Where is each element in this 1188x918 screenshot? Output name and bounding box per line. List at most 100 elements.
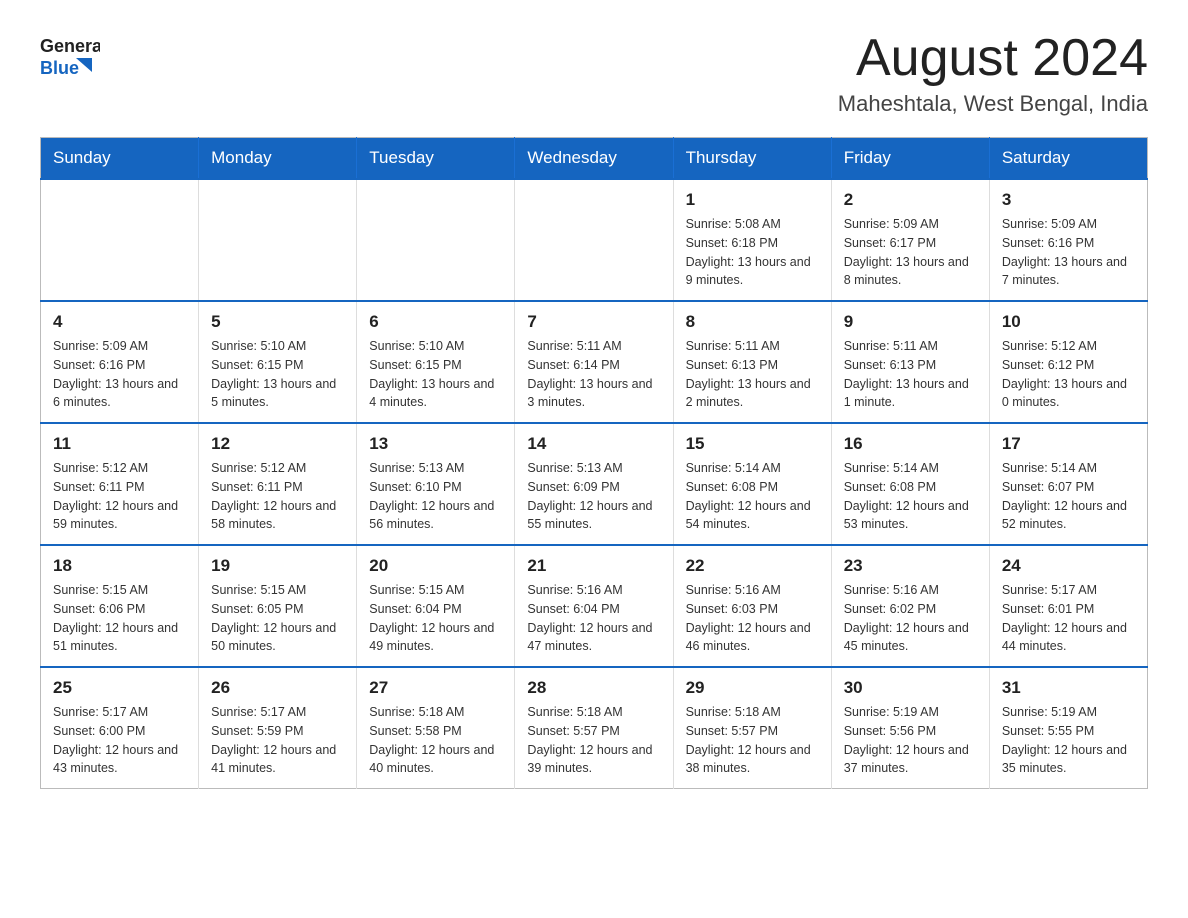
day-info: Sunrise: 5:11 AM Sunset: 6:13 PM Dayligh… [844,337,977,412]
day-info: Sunrise: 5:17 AM Sunset: 6:00 PM Dayligh… [53,703,186,778]
week-row-1: 1Sunrise: 5:08 AM Sunset: 6:18 PM Daylig… [41,179,1148,301]
day-info: Sunrise: 5:12 AM Sunset: 6:11 PM Dayligh… [211,459,344,534]
day-cell: 25 Sunrise: 5:17 AM Sunset: 6:00 PM Dayli… [41,667,199,789]
day-number: 21 [527,556,660,576]
day-number: 7 [527,312,660,332]
day-cell: 31 Sunrise: 5:19 AM Sunset: 5:55 PM Dayli… [989,667,1147,789]
day-cell: 19 Sunrise: 5:15 AM Sunset: 6:05 PM Dayli… [199,545,357,667]
day-cell: 14 Sunrise: 5:13 AM Sunset: 6:09 PM Dayli… [515,423,673,545]
week-row-2: 4 Sunrise: 5:09 AM Sunset: 6:16 PM Daylig… [41,301,1148,423]
day-number: 11 [53,434,186,454]
weekday-saturday: Saturday [989,138,1147,180]
day-info: Sunrise: 5:08 AM Sunset: 6:18 PM Dayligh… [686,215,819,290]
day-info: Sunrise: 5:16 AM Sunset: 6:04 PM Dayligh… [527,581,660,656]
day-number: 2 [844,190,977,210]
day-number: 9 [844,312,977,332]
day-cell: 12 Sunrise: 5:12 AM Sunset: 6:11 PM Dayli… [199,423,357,545]
weekday-header-row: SundayMondayTuesdayWednesdayThursdayFrid… [41,138,1148,180]
day-info: Sunrise: 5:09 AM Sunset: 6:17 PM Dayligh… [844,215,977,290]
day-cell: 23Sunrise: 5:16 AM Sunset: 6:02 PM Dayli… [831,545,989,667]
title-area: August 2024 Maheshtala, West Bengal, Ind… [838,30,1148,117]
day-info: Sunrise: 5:14 AM Sunset: 6:08 PM Dayligh… [686,459,819,534]
day-cell [41,179,199,301]
day-number: 22 [686,556,819,576]
day-info: Sunrise: 5:13 AM Sunset: 6:10 PM Dayligh… [369,459,502,534]
day-number: 14 [527,434,660,454]
week-row-4: 18 Sunrise: 5:15 AM Sunset: 6:06 PM Dayli… [41,545,1148,667]
day-cell: 24 Sunrise: 5:17 AM Sunset: 6:01 PM Dayli… [989,545,1147,667]
day-number: 26 [211,678,344,698]
header: General Blue August 2024 Maheshtala, Wes… [40,30,1148,117]
day-info: Sunrise: 5:15 AM Sunset: 6:06 PM Dayligh… [53,581,186,656]
day-cell: 15 Sunrise: 5:14 AM Sunset: 6:08 PM Dayli… [673,423,831,545]
day-info: Sunrise: 5:14 AM Sunset: 6:07 PM Dayligh… [1002,459,1135,534]
day-number: 17 [1002,434,1135,454]
day-cell: 10Sunrise: 5:12 AM Sunset: 6:12 PM Dayli… [989,301,1147,423]
weekday-thursday: Thursday [673,138,831,180]
logo-area: General Blue [40,30,100,90]
day-cell [515,179,673,301]
day-info: Sunrise: 5:12 AM Sunset: 6:11 PM Dayligh… [53,459,186,534]
day-info: Sunrise: 5:17 AM Sunset: 5:59 PM Dayligh… [211,703,344,778]
weekday-monday: Monday [199,138,357,180]
day-number: 31 [1002,678,1135,698]
day-number: 20 [369,556,502,576]
day-info: Sunrise: 5:16 AM Sunset: 6:03 PM Dayligh… [686,581,819,656]
weekday-wednesday: Wednesday [515,138,673,180]
day-number: 16 [844,434,977,454]
month-title: August 2024 [838,30,1148,87]
day-info: Sunrise: 5:09 AM Sunset: 6:16 PM Dayligh… [53,337,186,412]
day-cell: 18 Sunrise: 5:15 AM Sunset: 6:06 PM Dayli… [41,545,199,667]
day-number: 29 [686,678,819,698]
day-info: Sunrise: 5:18 AM Sunset: 5:57 PM Dayligh… [527,703,660,778]
day-info: Sunrise: 5:18 AM Sunset: 5:57 PM Dayligh… [686,703,819,778]
day-number: 6 [369,312,502,332]
day-number: 15 [686,434,819,454]
day-number: 25 [53,678,186,698]
day-cell: 11 Sunrise: 5:12 AM Sunset: 6:11 PM Dayli… [41,423,199,545]
day-number: 18 [53,556,186,576]
day-cell: 8 Sunrise: 5:11 AM Sunset: 6:13 PM Daylig… [673,301,831,423]
location: Maheshtala, West Bengal, India [838,91,1148,117]
day-info: Sunrise: 5:13 AM Sunset: 6:09 PM Dayligh… [527,459,660,534]
day-cell: 9 Sunrise: 5:11 AM Sunset: 6:13 PM Daylig… [831,301,989,423]
day-info: Sunrise: 5:19 AM Sunset: 5:56 PM Dayligh… [844,703,977,778]
day-cell: 3 Sunrise: 5:09 AM Sunset: 6:16 PM Daylig… [989,179,1147,301]
day-cell: 6 Sunrise: 5:10 AM Sunset: 6:15 PM Daylig… [357,301,515,423]
day-number: 4 [53,312,186,332]
day-number: 3 [1002,190,1135,210]
day-number: 12 [211,434,344,454]
day-info: Sunrise: 5:11 AM Sunset: 6:13 PM Dayligh… [686,337,819,412]
day-cell: 7 Sunrise: 5:11 AM Sunset: 6:14 PM Daylig… [515,301,673,423]
day-cell: 30 Sunrise: 5:19 AM Sunset: 5:56 PM Dayli… [831,667,989,789]
day-cell [357,179,515,301]
day-info: Sunrise: 5:09 AM Sunset: 6:16 PM Dayligh… [1002,215,1135,290]
day-number: 10 [1002,312,1135,332]
day-number: 24 [1002,556,1135,576]
day-info: Sunrise: 5:15 AM Sunset: 6:04 PM Dayligh… [369,581,502,656]
day-number: 28 [527,678,660,698]
svg-text:General: General [40,36,100,56]
weekday-tuesday: Tuesday [357,138,515,180]
day-cell [199,179,357,301]
logo: General Blue [40,30,100,90]
day-info: Sunrise: 5:19 AM Sunset: 5:55 PM Dayligh… [1002,703,1135,778]
week-row-3: 11 Sunrise: 5:12 AM Sunset: 6:11 PM Dayli… [41,423,1148,545]
day-info: Sunrise: 5:15 AM Sunset: 6:05 PM Dayligh… [211,581,344,656]
day-number: 13 [369,434,502,454]
day-info: Sunrise: 5:10 AM Sunset: 6:15 PM Dayligh… [369,337,502,412]
day-cell: 27 Sunrise: 5:18 AM Sunset: 5:58 PM Dayli… [357,667,515,789]
day-cell: 29 Sunrise: 5:18 AM Sunset: 5:57 PM Dayli… [673,667,831,789]
day-info: Sunrise: 5:17 AM Sunset: 6:01 PM Dayligh… [1002,581,1135,656]
day-info: Sunrise: 5:11 AM Sunset: 6:14 PM Dayligh… [527,337,660,412]
day-number: 30 [844,678,977,698]
day-cell: 22 Sunrise: 5:16 AM Sunset: 6:03 PM Dayli… [673,545,831,667]
day-number: 27 [369,678,502,698]
svg-text:Blue: Blue [40,58,79,78]
day-info: Sunrise: 5:10 AM Sunset: 6:15 PM Dayligh… [211,337,344,412]
day-number: 19 [211,556,344,576]
day-number: 8 [686,312,819,332]
day-cell: 4 Sunrise: 5:09 AM Sunset: 6:16 PM Daylig… [41,301,199,423]
day-cell: 2 Sunrise: 5:09 AM Sunset: 6:17 PM Daylig… [831,179,989,301]
day-info: Sunrise: 5:18 AM Sunset: 5:58 PM Dayligh… [369,703,502,778]
